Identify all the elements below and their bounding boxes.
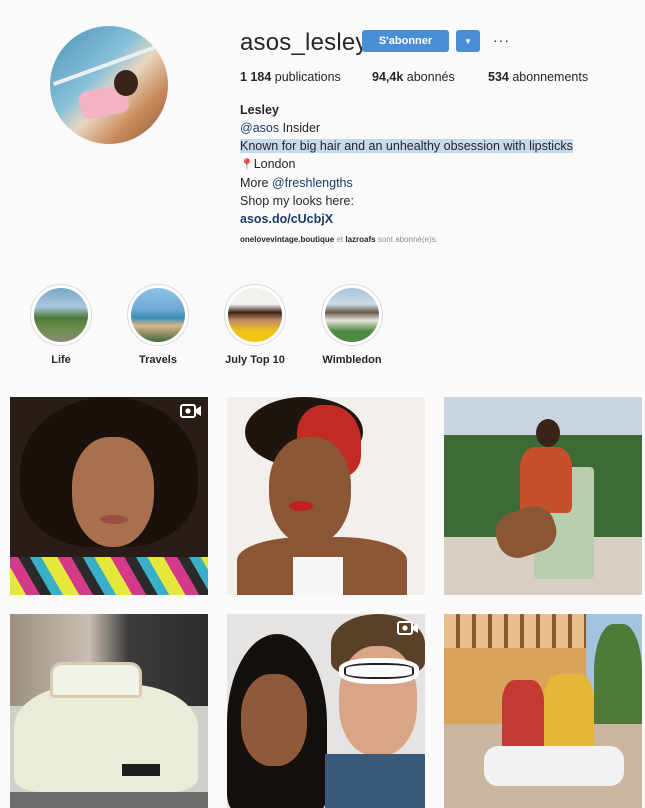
- following-count: 534: [488, 70, 509, 84]
- post-car-plate: [122, 764, 160, 776]
- post-tile[interactable]: [444, 397, 642, 595]
- highlight-wimbledon[interactable]: Wimbledon: [321, 284, 383, 366]
- post-tile[interactable]: [444, 614, 642, 808]
- post-arches: [444, 614, 586, 648]
- followed-by-user1[interactable]: onelovevintage.boutique: [240, 235, 334, 244]
- bio-line-role: @asos Insider: [240, 119, 573, 137]
- post-tile[interactable]: [227, 397, 425, 595]
- following-stat[interactable]: 534 abonnements: [488, 70, 588, 84]
- followers-label: abonnés: [406, 70, 455, 84]
- highlight-cover: [325, 288, 379, 342]
- more-prefix: More: [240, 176, 269, 190]
- profile-avatar[interactable]: [50, 26, 168, 144]
- post-sunglasses: [339, 658, 419, 684]
- post-road: [10, 792, 208, 808]
- location-text: London: [253, 157, 296, 171]
- highlight-ring: [224, 284, 286, 346]
- bio-line-tagline: Known for big hair and an unhealthy obse…: [240, 137, 573, 155]
- post-face: [269, 437, 351, 545]
- follow-button[interactable]: S'abonner: [362, 30, 449, 52]
- post-jacket: [325, 754, 425, 808]
- post-lips: [100, 515, 128, 524]
- bio-line-more: More @freshlengths: [240, 174, 573, 192]
- post-shirt: [10, 557, 208, 595]
- highlight-label: Wimbledon: [322, 354, 382, 366]
- highlight-ring: [30, 284, 92, 346]
- posts-count: 1 184: [240, 70, 272, 84]
- post-tile[interactable]: [10, 397, 208, 595]
- more-handle-link[interactable]: @freshlengths: [272, 176, 353, 190]
- highlight-cover: [34, 288, 88, 342]
- following-label: abonnements: [512, 70, 589, 84]
- video-camera-icon: [397, 621, 418, 635]
- post-top: [293, 557, 343, 595]
- posts-label: publications: [274, 70, 341, 84]
- highlight-ring: [127, 284, 189, 346]
- post-car-window: [50, 662, 142, 698]
- role-text: Insider: [282, 121, 321, 135]
- highlight-label: July Top 10: [225, 354, 285, 366]
- more-options-icon[interactable]: ···: [493, 30, 510, 50]
- tagline-text: Known for big hair and an unhealthy obse…: [240, 139, 573, 153]
- profile-bio: Lesley @asos Insider Known for big hair …: [240, 101, 573, 228]
- profile-username: asos_lesley: [240, 29, 368, 56]
- posts-stat: 1 184 publications: [240, 70, 341, 84]
- post-car-body: [14, 684, 198, 792]
- bio-url-link[interactable]: asos.do/cUcbjX: [240, 210, 573, 228]
- post-tile[interactable]: [227, 614, 425, 808]
- followed-by-suffix: sont abonné(e)s.: [377, 235, 438, 244]
- followers-count: 94,4k: [372, 70, 404, 84]
- highlight-label: Travels: [139, 354, 177, 366]
- chevron-down-icon: ▼: [464, 36, 472, 46]
- location-pin-icon: 📍: [240, 159, 254, 171]
- bio-line-location: 📍London: [240, 155, 573, 174]
- highlight-july-top-10[interactable]: July Top 10: [224, 284, 286, 366]
- post-face: [72, 437, 154, 547]
- bio-line-shop: Shop my looks here:: [240, 194, 354, 208]
- highlight-ring: [321, 284, 383, 346]
- highlight-travels[interactable]: Travels: [127, 284, 189, 366]
- followed-by-and: et: [336, 235, 344, 244]
- avatar-head: [114, 70, 138, 96]
- suggestions-dropdown-button[interactable]: ▼: [456, 30, 480, 52]
- post-head: [536, 419, 560, 447]
- post-person2: [544, 674, 594, 754]
- highlight-cover: [228, 288, 282, 342]
- post-tile[interactable]: [10, 614, 208, 808]
- profile-full-name: Lesley: [240, 103, 279, 117]
- highlight-life[interactable]: Life: [30, 284, 92, 366]
- followers-stat[interactable]: 94,4k abonnés: [372, 70, 455, 84]
- highlight-cover: [131, 288, 185, 342]
- post-person1: [502, 680, 544, 752]
- followed-by-text: onelovevintage.boutique et lazroafs sont…: [240, 235, 438, 244]
- mention-link[interactable]: @asos: [240, 121, 279, 135]
- post-legs: [484, 746, 624, 786]
- highlight-label: Life: [51, 354, 71, 366]
- followed-by-user2[interactable]: lazroafs: [345, 235, 375, 244]
- post-person: [520, 447, 572, 513]
- video-camera-icon: [180, 404, 201, 418]
- post-person1-face: [241, 674, 307, 766]
- post-lips: [289, 501, 313, 511]
- avatar-railing: [52, 41, 166, 87]
